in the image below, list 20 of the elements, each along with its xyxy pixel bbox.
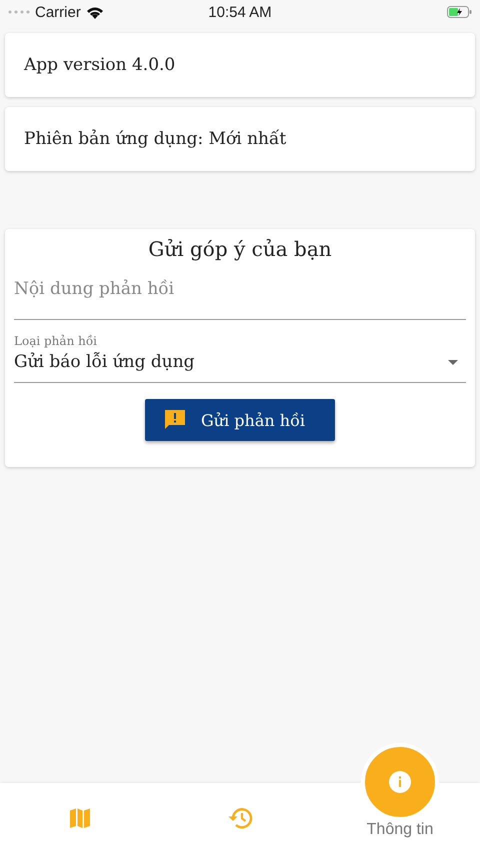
form-title: Gửi góp ý của bạn (147, 237, 333, 261)
dropdown-value: Gửi báo lỗi ứng dụng (14, 352, 195, 372)
field-label: Loại phản hồi (14, 334, 98, 348)
carrier-name: Carrier (35, 4, 81, 20)
wifi-icon (86, 6, 104, 18)
nav-tab[interactable]: Thông tin (320, 743, 480, 853)
dropdown-arrow-icon (448, 360, 458, 364)
info-text: App version 4.0.0 (24, 55, 176, 75)
status-time: 10:54 AM (208, 4, 272, 20)
signal-icon (8, 10, 30, 14)
map-icon (69, 807, 91, 829)
tab-label: Thông tin (366, 821, 434, 839)
feedback-icon (163, 408, 187, 432)
history-icon (227, 806, 253, 830)
submit-button[interactable]: Gửi phản hồi (145, 399, 335, 441)
content-field[interactable]: Nội dung phản hồi (14, 273, 466, 320)
info-text: Phiên bản ứng dụng: Mới nhất (24, 129, 286, 149)
info-icon (389, 771, 411, 793)
feedback-type-dropdown[interactable]: Loại phản hồi Gửi báo lỗi ứng dụng (14, 334, 466, 383)
battery-icon (447, 6, 472, 18)
